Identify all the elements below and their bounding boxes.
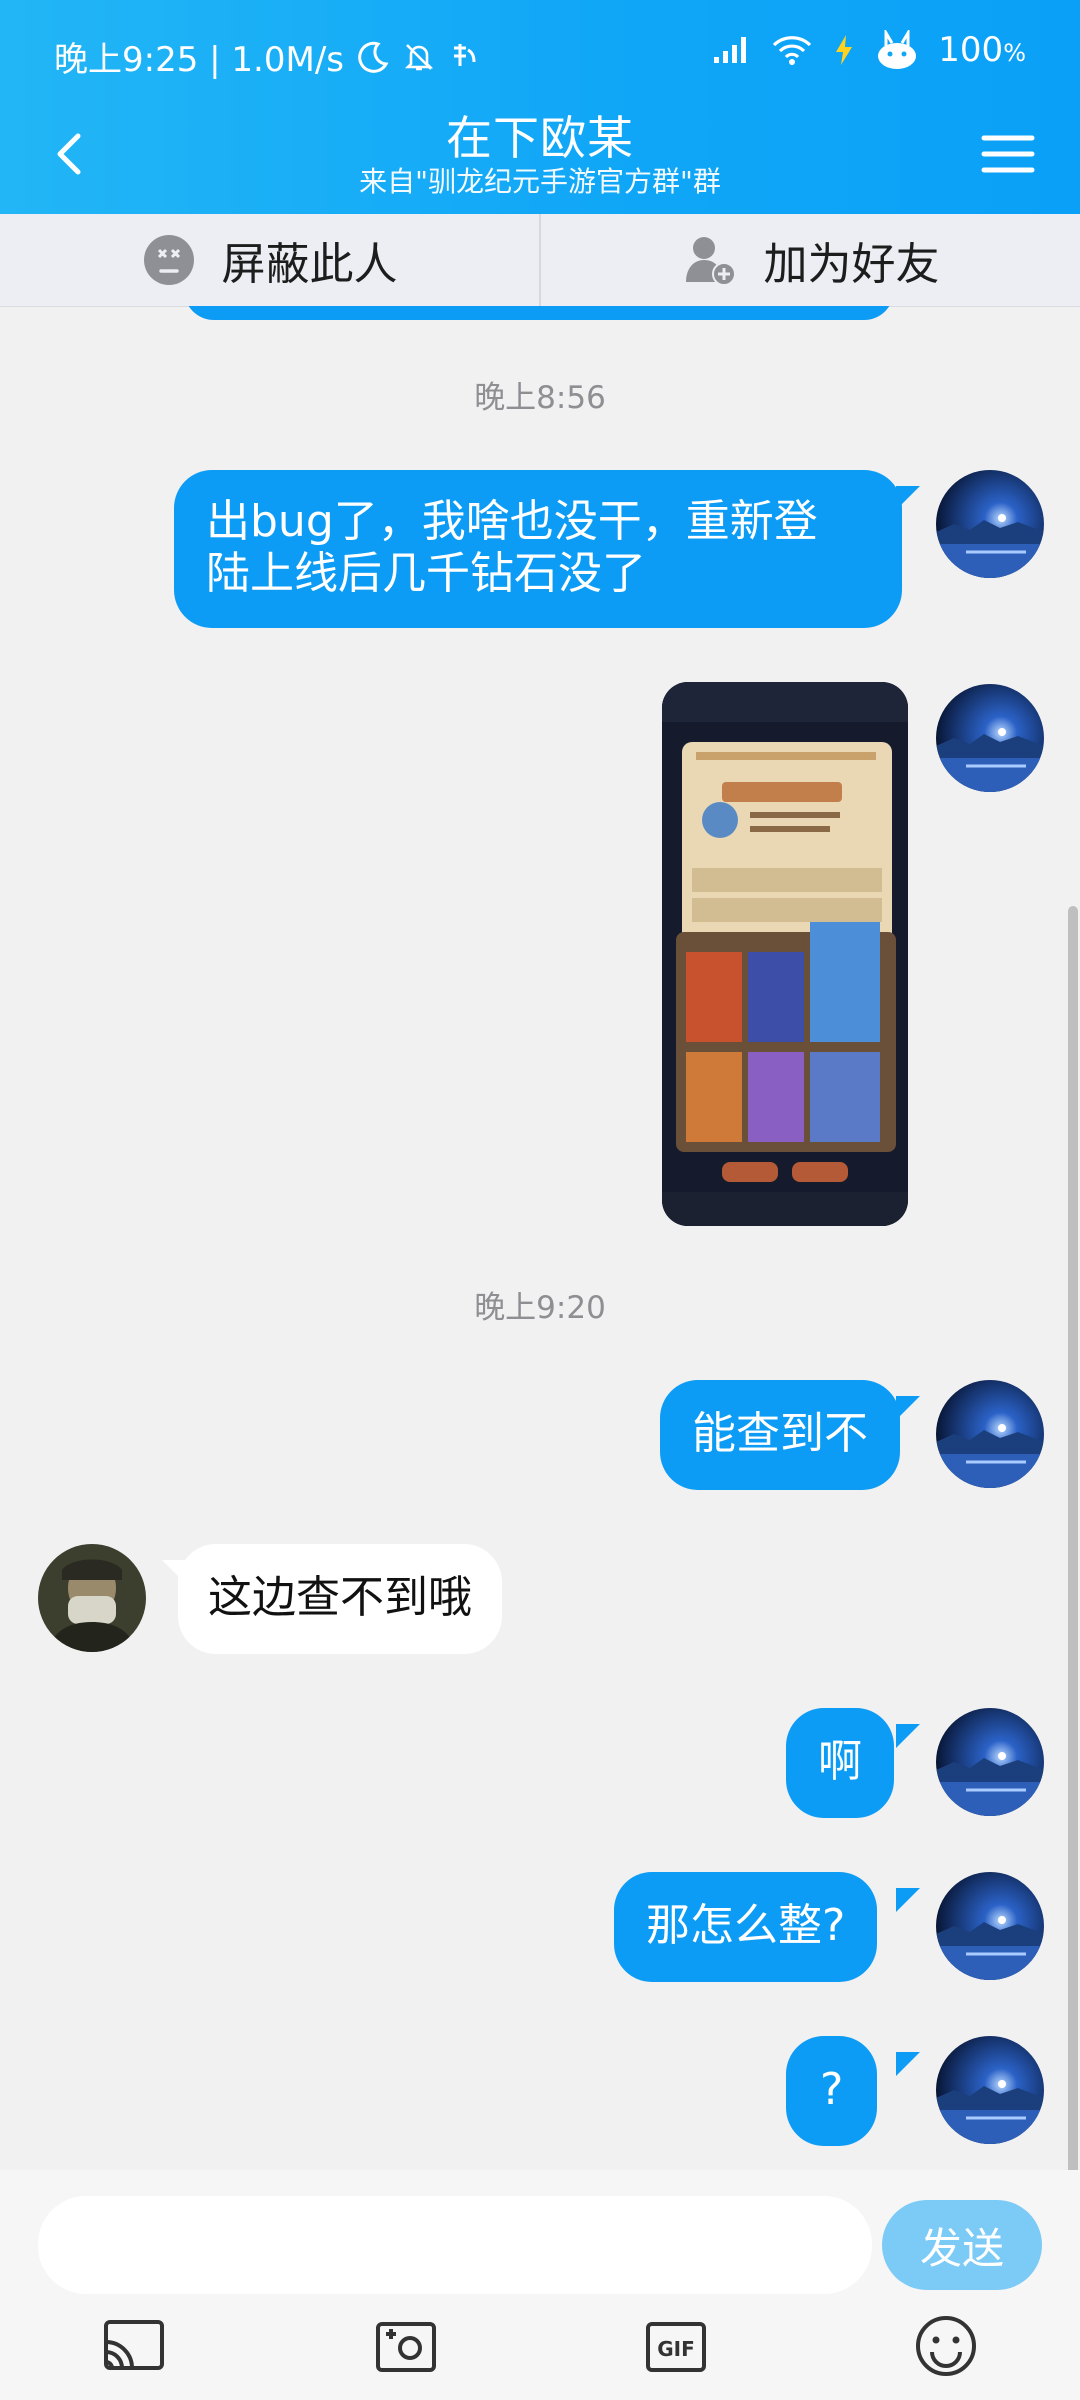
bell-off-icon: [404, 43, 434, 70]
input-toolbar: GIF: [0, 2310, 1080, 2390]
message-text-line: 出bug了，我啥也没干，重新登: [206, 496, 818, 547]
charging-icon: [836, 35, 853, 65]
block-face-icon: [143, 235, 194, 285]
header-bar: 晚上9:25 | 1.0M/s 100% 在下欧某 来自"驯龙纪元手游官方群"群: [0, 0, 1080, 214]
message-text: 这边查不到哦: [208, 1572, 472, 1623]
send-button[interactable]: 发送: [882, 2200, 1042, 2290]
add-friend-label: 加为好友: [763, 239, 940, 290]
page-title: 在下欧某: [446, 111, 634, 165]
message-text: 啊: [818, 1736, 862, 1787]
my-message-bubble[interactable]: 出bug了，我啥也没干，重新登 陆上线后几千钻石没了: [174, 470, 902, 628]
my-message-bubble[interactable]: ?: [786, 2036, 878, 2146]
battery-unit: %: [1003, 39, 1026, 67]
hamburger-menu-icon[interactable]: [976, 122, 1040, 186]
scrollbar[interactable]: [1068, 906, 1078, 2170]
gif-icon[interactable]: GIF: [642, 2312, 710, 2380]
bubble-tail: [896, 486, 920, 510]
bubble-tail: [896, 1724, 920, 1748]
message-text-line: 陆上线后几千钻石没了: [206, 548, 646, 599]
bubble-tail: [896, 1396, 920, 1420]
message-text: ?: [820, 2064, 844, 2115]
my-avatar[interactable]: [936, 1708, 1044, 1816]
my-message-bubble[interactable]: 啊: [786, 1708, 894, 1818]
bubble-tail: [896, 2052, 920, 2076]
message-text: 能查到不: [692, 1408, 868, 1459]
sender-avatar[interactable]: [38, 1544, 146, 1652]
add-friend-icon: [685, 237, 736, 286]
block-user-label: 屏蔽此人: [221, 239, 398, 290]
battery-value: 100: [938, 30, 1004, 70]
my-message-bubble[interactable]: 能查到不: [660, 1380, 900, 1490]
my-avatar[interactable]: [936, 2036, 1044, 2144]
my-message-bubble[interactable]: 那怎么整?: [614, 1872, 878, 1982]
bunny-icon: [878, 30, 917, 69]
game-screenshot-image: [662, 682, 908, 1226]
status-time-speed: 晚上9:25 | 1.0M/s: [54, 40, 344, 80]
my-avatar[interactable]: [936, 470, 1044, 578]
incoming-message-bubble[interactable]: 这边查不到哦: [178, 1544, 502, 1654]
add-friend-button[interactable]: 加为好友: [541, 214, 1080, 306]
timestamp: 晚上8:56: [474, 380, 606, 416]
input-bar: 发送 GIF: [0, 2170, 1080, 2400]
timestamp: 晚上9:20: [474, 1290, 606, 1326]
my-avatar[interactable]: [936, 684, 1044, 792]
camera-icon[interactable]: [372, 2312, 440, 2380]
bubble-tail: [896, 1888, 920, 1912]
previous-message-bubble: [184, 306, 894, 320]
message-text: 那怎么整?: [646, 1900, 846, 1951]
app-notify-icon: [454, 43, 476, 66]
chat-area[interactable]: 晚上8:56 出bug了，我啥也没干，重新登 陆上线后几千钻石没了 晚上9:20…: [0, 306, 1080, 2170]
page-subtitle: 来自"驯龙纪元手游官方群"群: [359, 165, 721, 198]
my-avatar[interactable]: [936, 1872, 1044, 1980]
battery-level: 100%: [938, 30, 1026, 70]
block-user-button[interactable]: 屏蔽此人: [0, 214, 539, 306]
image-message[interactable]: [662, 682, 908, 1226]
svg-text:GIF: GIF: [657, 2337, 695, 2361]
wifi-icon: [773, 36, 812, 65]
emoji-icon[interactable]: [912, 2312, 980, 2380]
nav-bar: 在下欧某 来自"驯龙纪元手游官方群"群: [0, 100, 1080, 214]
action-bar: 屏蔽此人 加为好友: [0, 214, 1080, 307]
my-avatar[interactable]: [936, 1380, 1044, 1488]
message-input[interactable]: [38, 2196, 872, 2294]
status-bar: 晚上9:25 | 1.0M/s 100%: [0, 0, 1080, 100]
moon-icon: [358, 41, 389, 73]
signal-icon: [714, 37, 747, 63]
screen-cast-icon[interactable]: [100, 2312, 168, 2380]
